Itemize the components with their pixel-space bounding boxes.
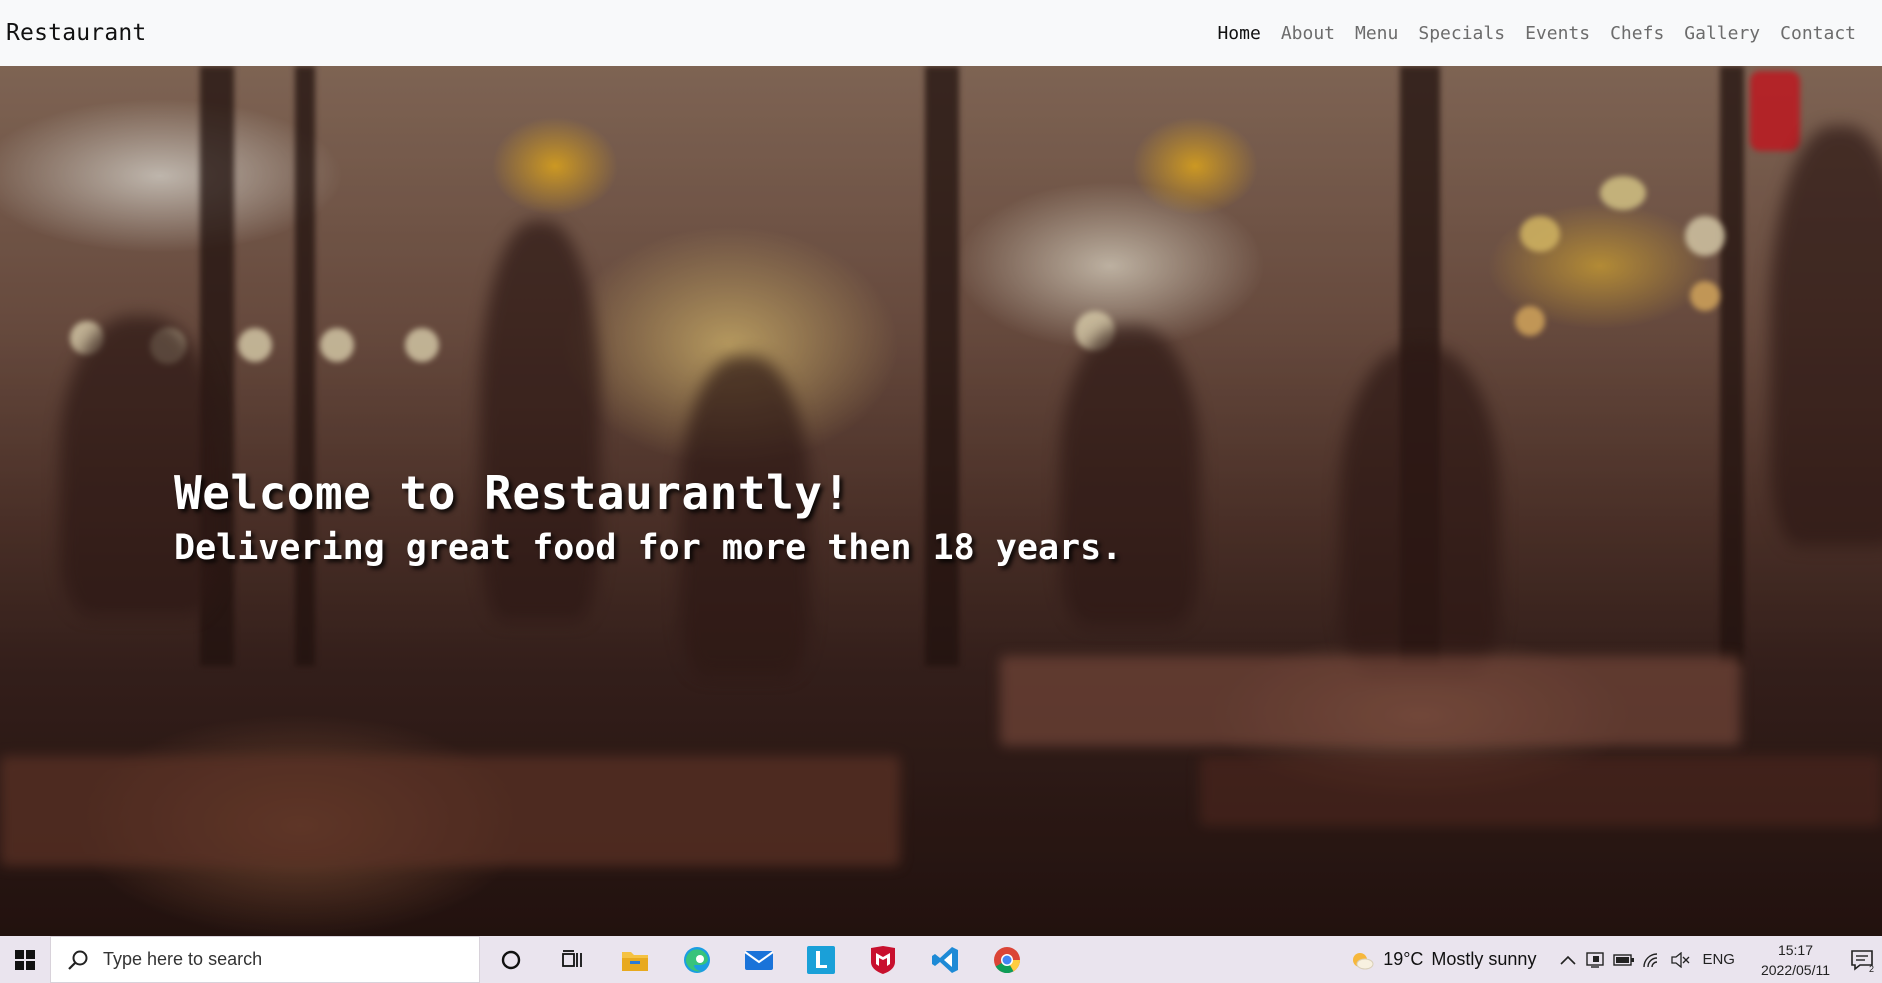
nav-link-chefs[interactable]: Chefs	[1600, 23, 1674, 44]
clock[interactable]: 15:17 2022/05/11	[1749, 940, 1842, 980]
clock-date: 2022/05/11	[1760, 961, 1830, 978]
battery-button[interactable]	[1610, 936, 1638, 983]
notification-center-button[interactable]: 2	[1842, 936, 1882, 983]
edge-icon	[684, 946, 710, 973]
mcafee-button[interactable]	[852, 936, 914, 983]
mail-button[interactable]	[728, 936, 790, 983]
windows-taskbar: Type here to search 19°C Mostly sunny EN…	[0, 936, 1882, 983]
system-tray: 19°C Mostly sunny ENG 15:17 2022/05/11 2	[1349, 936, 1882, 983]
brand-logo[interactable]: Restaurant	[6, 20, 146, 46]
start-button[interactable]	[0, 936, 50, 983]
chrome-button[interactable]	[976, 936, 1038, 983]
wifi-icon	[1643, 952, 1658, 967]
navbar: Restaurant Home About Menu Specials Even…	[0, 0, 1882, 66]
search-placeholder: Type here to search	[103, 949, 263, 969]
mail-icon	[744, 950, 774, 970]
l-app-icon	[807, 945, 835, 974]
nav-link-home[interactable]: Home	[1207, 23, 1270, 44]
nav-link-contact[interactable]: Contact	[1770, 23, 1866, 44]
network-button[interactable]	[1638, 936, 1666, 983]
search-icon	[68, 950, 88, 970]
show-hidden-icons-button[interactable]	[1554, 936, 1582, 983]
chevron-up-icon	[1560, 955, 1577, 965]
notification-icon: 2	[1851, 949, 1874, 973]
sun-cloud-icon	[1353, 952, 1374, 969]
volume-muted-icon	[1671, 951, 1690, 968]
hero-subtitle: Delivering great food for more then 18 y…	[174, 528, 1123, 568]
mcafee-icon	[871, 945, 895, 974]
battery-icon	[1613, 953, 1635, 966]
file-explorer-button[interactable]	[604, 936, 666, 983]
weather-temperature: 19°C	[1383, 949, 1424, 969]
windows-logo-icon	[15, 949, 35, 970]
nav-link-specials[interactable]: Specials	[1408, 23, 1515, 44]
nav-menu: Home About Menu Specials Events Chefs Ga…	[1207, 23, 1866, 44]
display-settings-icon	[1586, 951, 1605, 968]
task-view-icon	[562, 949, 582, 967]
task-view-button[interactable]	[542, 936, 604, 983]
taskbar-search-box[interactable]: Type here to search	[50, 936, 480, 983]
vscode-button[interactable]	[914, 936, 976, 983]
cortana-icon	[501, 950, 521, 969]
edge-button[interactable]	[666, 936, 728, 983]
file-explorer-icon	[622, 951, 648, 971]
tray-app-button[interactable]	[1582, 936, 1610, 983]
clock-time: 15:17	[1777, 941, 1813, 958]
chrome-icon	[994, 946, 1021, 973]
nav-link-menu[interactable]: Menu	[1345, 23, 1408, 44]
cortana-button[interactable]	[480, 936, 542, 983]
nav-link-gallery[interactable]: Gallery	[1674, 23, 1770, 44]
hero-text-block: Welcome to Restaurantly! Delivering grea…	[174, 466, 1122, 568]
weather-description: Mostly sunny	[1431, 949, 1537, 969]
l-app-button[interactable]	[790, 936, 852, 983]
vscode-icon	[932, 946, 958, 973]
nav-link-events[interactable]: Events	[1515, 23, 1600, 44]
volume-button[interactable]	[1666, 936, 1694, 983]
nav-link-about[interactable]: About	[1271, 23, 1345, 44]
hero-section: Welcome to Restaurantly! Delivering grea…	[0, 66, 1882, 936]
notification-count: 2	[1869, 964, 1874, 973]
hero-title: Welcome to Restaurantly!	[174, 466, 851, 520]
input-language[interactable]: ENG	[1694, 951, 1749, 968]
weather-widget[interactable]: 19°C Mostly sunny	[1349, 949, 1554, 971]
